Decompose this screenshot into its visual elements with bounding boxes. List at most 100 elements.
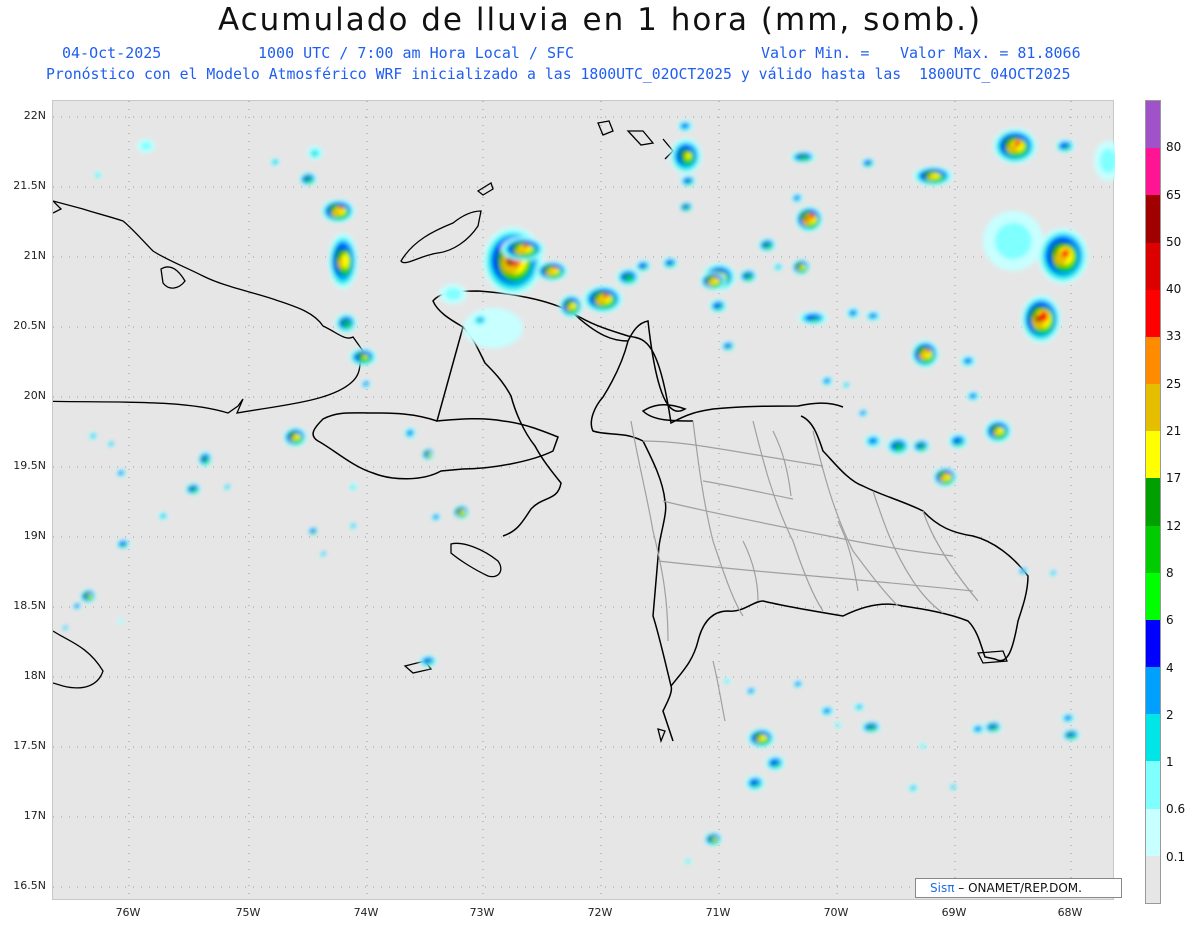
- colorbar-level-label: 21: [1166, 424, 1182, 439]
- rain-contour: [331, 210, 340, 217]
- rain-contour: [92, 433, 96, 437]
- rain-contour: [602, 294, 609, 299]
- rain-contour: [338, 258, 344, 269]
- rain-contour: [798, 153, 804, 157]
- rain-contour: [810, 317, 819, 322]
- rain-contour: [140, 141, 152, 151]
- colorbar-level-label: 80: [1166, 140, 1182, 155]
- colorbar-level-label: 4: [1166, 660, 1174, 675]
- rain-contour: [974, 727, 979, 731]
- rain-contour: [708, 835, 714, 840]
- rain-contour: [226, 484, 230, 488]
- rain-contour: [1061, 249, 1070, 258]
- colorbar-segment: [1146, 667, 1160, 715]
- inagua-island: [400, 210, 482, 264]
- rain-contour: [945, 472, 950, 476]
- rain-contour: [969, 394, 974, 398]
- gonave-island: [450, 542, 502, 578]
- latitude-label: 18.5N: [13, 599, 46, 612]
- rain-contour: [162, 513, 166, 517]
- rain-contour: [857, 704, 862, 708]
- northern-coastlines: [53, 120, 674, 689]
- colorbar-level-label: 0.1: [1166, 849, 1186, 864]
- latitude-label: 21.5N: [13, 179, 46, 192]
- rain-contour: [957, 440, 962, 445]
- latitude-label: 17N: [23, 809, 46, 822]
- forecast-time: 1000 UTC / 7:00 am Hora Local / SFC: [258, 44, 575, 62]
- min-value: Valor Min. =: [761, 44, 870, 62]
- rain-contour: [727, 346, 732, 349]
- latitude-label: 18N: [23, 669, 46, 682]
- rain-contour: [306, 178, 313, 183]
- latitude-label: 21N: [23, 249, 46, 262]
- rain-contour: [623, 273, 629, 278]
- colorbar-level-label: 65: [1166, 187, 1182, 202]
- rain-contour: [795, 682, 799, 686]
- latitude-label: 19.5N: [13, 459, 46, 472]
- dr-coast: [572, 312, 1029, 742]
- rain-contour: [912, 785, 916, 789]
- rain-contour: [964, 359, 970, 363]
- forecast-date: 04-Oct-2025: [62, 44, 162, 62]
- rain-contour: [823, 709, 828, 713]
- rain-contour: [118, 471, 122, 475]
- rainfall-field: [62, 120, 1115, 864]
- rain-contour: [824, 379, 828, 383]
- longitude-label: 69W: [941, 906, 967, 919]
- colorbar-segment: [1146, 289, 1160, 337]
- colorbar-segment: [1146, 714, 1160, 762]
- colorbar-level-label: 0.6: [1166, 802, 1186, 817]
- rain-contour: [744, 272, 749, 276]
- colorbar-segment: [1146, 431, 1160, 479]
- rain-contour: [122, 544, 127, 547]
- rain-contour: [685, 206, 690, 211]
- rain-contour: [362, 355, 368, 359]
- colorbar-segment: [1146, 572, 1160, 620]
- rain-contour: [713, 276, 718, 280]
- rain-contour: [867, 163, 872, 166]
- beata-island: [657, 728, 666, 744]
- rain-contour: [478, 317, 484, 322]
- rain-contour: [1035, 315, 1041, 323]
- longitude-label: 71W: [705, 906, 731, 919]
- rain-contour: [860, 411, 864, 415]
- rain-contour: [1067, 731, 1072, 735]
- longitude-label: 68W: [1057, 906, 1083, 919]
- small-cay-1: [476, 182, 494, 196]
- rain-contour: [545, 270, 554, 276]
- colorbar-segment: [1146, 195, 1160, 243]
- caicos-cay-b: [626, 130, 655, 146]
- rain-contour: [407, 431, 411, 435]
- colorbar-level-label: 12: [1166, 518, 1182, 533]
- longitude-label: 73W: [469, 906, 495, 919]
- colorbar-level-label: 40: [1166, 282, 1182, 297]
- rain-contour: [427, 661, 432, 664]
- rain-contour: [352, 523, 356, 527]
- colorbar-level-label: 2: [1166, 707, 1174, 722]
- rain-contour: [713, 837, 717, 841]
- rain-contour: [83, 592, 89, 597]
- rain-contour: [1064, 145, 1069, 150]
- rain-contour: [774, 762, 779, 767]
- credit-text: – ONAMET/REP.DOM.: [958, 881, 1082, 895]
- rain-contour: [835, 724, 840, 728]
- rain-contour: [341, 319, 347, 324]
- rain-contour: [293, 434, 301, 440]
- rain-contour: [681, 124, 687, 128]
- rain-contour: [800, 264, 806, 270]
- rain-contour: [919, 352, 927, 360]
- rain-contour: [119, 619, 124, 623]
- cuba-coast: [53, 200, 364, 414]
- rain-contour: [460, 510, 466, 514]
- colorbar-segment: [1146, 336, 1160, 385]
- rain-contour: [765, 244, 772, 249]
- pi-logo-icon: π: [947, 881, 955, 895]
- colorbar-level-label: 50: [1166, 234, 1182, 249]
- rain-contour: [869, 726, 876, 731]
- rain-contour: [763, 241, 768, 245]
- map-panel: [52, 100, 1115, 901]
- rain-contour: [707, 281, 714, 286]
- cuba-cay: [160, 266, 186, 289]
- rain-contour: [74, 604, 78, 608]
- rain-contour: [685, 860, 690, 864]
